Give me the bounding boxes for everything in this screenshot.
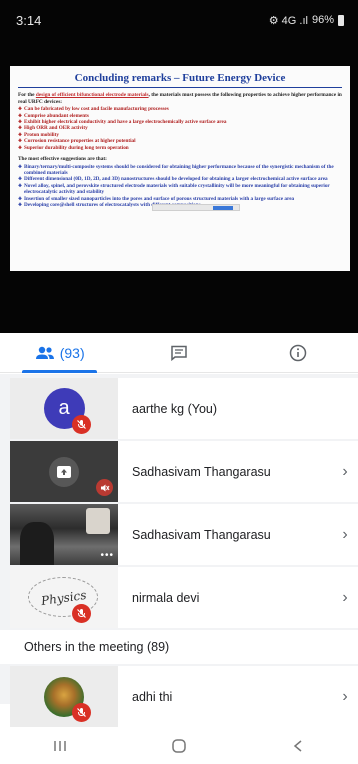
slide-toolbar: [152, 204, 240, 211]
chevron-right-icon[interactable]: ›: [332, 463, 358, 481]
participant-row[interactable]: Physics nirmala devi ›: [10, 567, 358, 628]
slide-suggestion: Binary/ternary/multi-composite systems s…: [18, 164, 342, 177]
chevron-right-icon[interactable]: ›: [332, 526, 358, 544]
presentation-area[interactable]: 3:14 ⚙ 4G .ıl 96% Concluding remarks – F…: [0, 0, 358, 333]
participant-row[interactable]: ••• Sadhasivam Thangarasu ›: [10, 504, 358, 565]
recent-apps-icon: [53, 740, 66, 751]
battery-icon: [338, 14, 344, 26]
battery-level: 96%: [311, 14, 334, 26]
system-nav-bar: [0, 727, 358, 764]
status-time: 3:14: [16, 12, 42, 28]
home-icon: [172, 738, 186, 753]
tab-people[interactable]: (93): [0, 333, 119, 373]
participant-name: adhi thi: [132, 689, 173, 704]
slide-intro: For the design of efficient bifunctional…: [18, 92, 342, 105]
mic-off-icon: [72, 604, 91, 623]
slide-property: Superior durability during long term ope…: [18, 145, 342, 151]
participant-row-self[interactable]: a aarthe kg (You): [10, 378, 358, 439]
slide-suggestions-heading: The most effective suggestions are that:: [18, 156, 107, 163]
video-person: [20, 522, 54, 565]
chevron-right-icon[interactable]: ›: [332, 589, 358, 607]
shared-slide: Concluding remarks – Future Energy Devic…: [10, 66, 350, 271]
tab-info[interactable]: [239, 333, 358, 372]
mic-off-icon: [72, 415, 91, 434]
participant-tile: a: [10, 378, 118, 439]
people-count: (93): [59, 344, 85, 361]
participant-tile: [10, 441, 118, 502]
people-icon: [35, 346, 54, 359]
back-button[interactable]: [278, 731, 318, 761]
info-icon: [290, 344, 307, 361]
chat-icon: [171, 345, 187, 361]
slide-intro-highlight: design of efficient bifunctional electro…: [35, 92, 149, 98]
back-icon: [294, 739, 302, 752]
slide-suggestions-list: Binary/ternary/multi-composite systems s…: [18, 164, 342, 209]
participant-row[interactable]: Sadhasivam Thangarasu ›: [10, 441, 358, 502]
participant-name: Sadhasivam Thangarasu: [132, 527, 271, 542]
slide-intro-prefix: For the: [18, 92, 36, 98]
participant-video-tile: •••: [10, 504, 118, 565]
recent-apps-button[interactable]: [40, 731, 80, 761]
status-bar: 3:14 ⚙ 4G .ıl 96%: [0, 0, 358, 40]
presenting-icon: [49, 456, 79, 487]
meeting-tab-bar: (93): [0, 333, 358, 373]
slide-suggestion: Novel alloy, spinel, and perovskite stru…: [18, 183, 342, 196]
signal-icon: ⚙ 4G .ıl: [268, 14, 308, 27]
meet-screen: 3:14 ⚙ 4G .ıl 96% Concluding remarks – F…: [0, 0, 358, 764]
home-button[interactable]: [159, 731, 199, 761]
video-background: [86, 508, 110, 534]
participant-name: aarthe kg (You): [132, 401, 218, 416]
chevron-right-icon[interactable]: ›: [332, 688, 358, 706]
participant-name: Sadhasivam Thangarasu: [132, 464, 271, 479]
participants-list[interactable]: a aarthe kg (You) Sadhasivam Thangarasu …: [0, 374, 358, 727]
participant-tile: Physics: [10, 567, 118, 628]
status-indicators: ⚙ 4G .ıl 96%: [269, 14, 344, 27]
tab-chat[interactable]: [119, 333, 238, 372]
slide-properties-list: Can be fabricated by low cost and facile…: [18, 106, 342, 151]
slide-title: Concluding remarks – Future Energy Devic…: [18, 72, 342, 88]
mic-off-icon: [72, 703, 91, 722]
speaking-indicator-icon: •••: [100, 550, 114, 561]
participant-name: nirmala devi: [132, 590, 200, 605]
participant-tile: [10, 666, 118, 727]
speaker-off-icon: [96, 479, 113, 496]
others-section-label: Others in the meeting (89): [0, 630, 358, 664]
participant-row[interactable]: adhi thi ›: [10, 666, 358, 727]
